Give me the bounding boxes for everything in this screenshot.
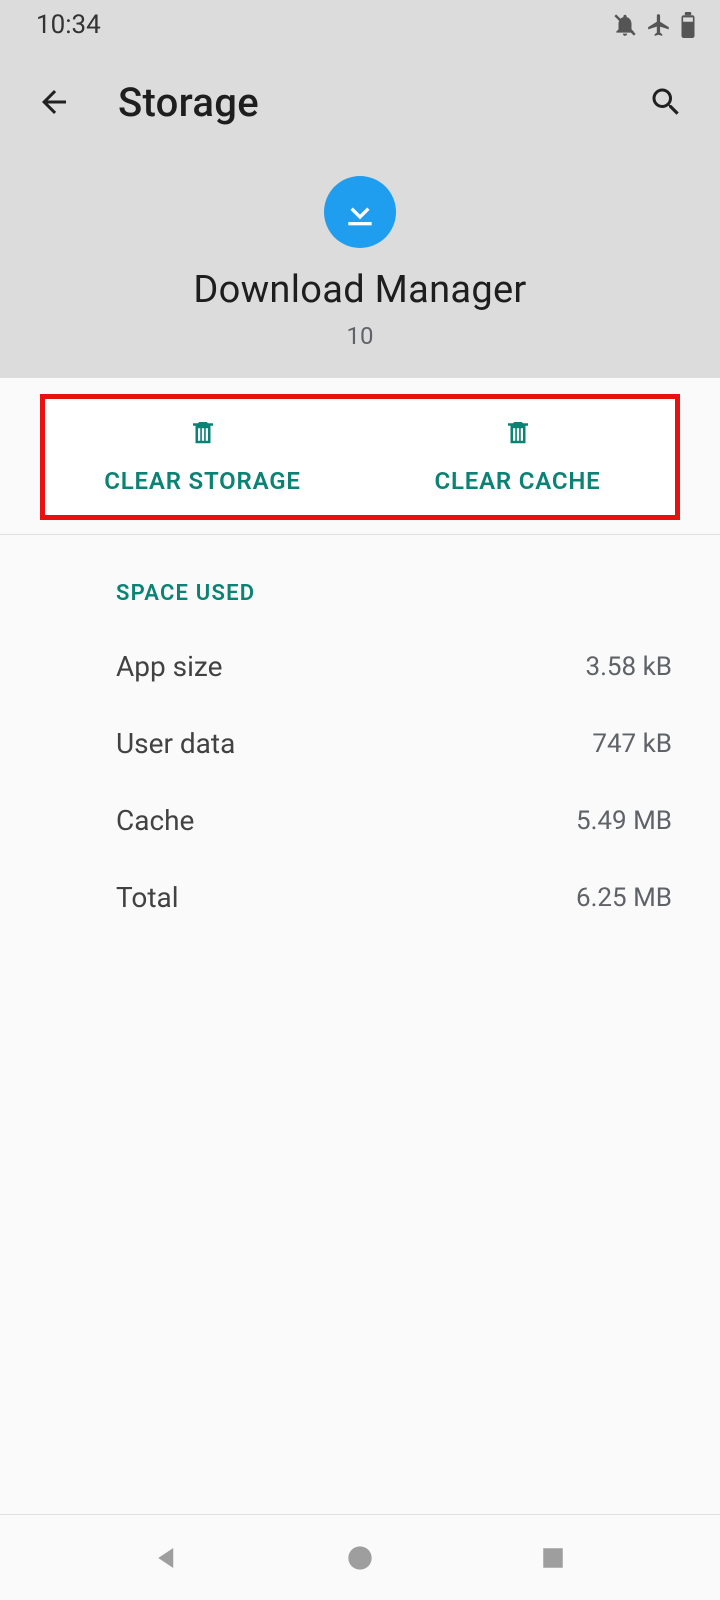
- clear-storage-label: CLEAR STORAGE: [104, 467, 300, 495]
- status-icons: [612, 12, 696, 38]
- mute-icon: [612, 12, 638, 38]
- clear-cache-label: CLEAR CACHE: [435, 467, 601, 495]
- row-user-data: User data 747 kB: [116, 705, 684, 782]
- nav-back-button[interactable]: [142, 1533, 192, 1583]
- app-icon: [324, 176, 396, 248]
- back-button[interactable]: [30, 78, 78, 126]
- highlight-box: CLEAR STORAGE CLEAR CACHE: [40, 394, 680, 520]
- space-used-section: SPACE USED App size 3.58 kB User data 74…: [0, 535, 720, 936]
- row-app-size: App size 3.58 kB: [116, 628, 684, 705]
- system-nav-bar: [0, 1514, 720, 1600]
- nav-recent-button[interactable]: [528, 1533, 578, 1583]
- search-button[interactable]: [642, 78, 690, 126]
- app-name: Download Manager: [0, 268, 720, 312]
- airplane-icon: [646, 12, 672, 38]
- nav-home-button[interactable]: [335, 1533, 385, 1583]
- action-row: CLEAR STORAGE CLEAR CACHE: [45, 399, 675, 515]
- row-value: 5.49 MB: [576, 806, 672, 836]
- row-label: User data: [116, 727, 235, 760]
- header-region: Storage Download Manager 10: [0, 50, 720, 378]
- app-version: 10: [0, 322, 720, 350]
- row-value: 6.25 MB: [576, 883, 672, 913]
- battery-icon: [680, 12, 696, 38]
- clear-storage-button[interactable]: CLEAR STORAGE: [45, 399, 360, 515]
- app-header: Download Manager 10: [0, 140, 720, 350]
- row-label: Total: [116, 881, 179, 914]
- row-label: Cache: [116, 804, 194, 837]
- row-total: Total 6.25 MB: [116, 859, 684, 936]
- trash-icon: [188, 417, 218, 453]
- toolbar: Storage: [0, 50, 720, 140]
- page-title: Storage: [118, 79, 642, 126]
- section-title: SPACE USED: [116, 581, 684, 606]
- clear-cache-button[interactable]: CLEAR CACHE: [360, 399, 675, 515]
- row-cache: Cache 5.49 MB: [116, 782, 684, 859]
- trash-icon: [503, 417, 533, 453]
- row-value: 747 kB: [592, 729, 672, 759]
- row-value: 3.58 kB: [585, 652, 672, 682]
- row-label: App size: [116, 650, 222, 683]
- status-time: 10:34: [36, 10, 101, 40]
- status-bar: 10:34: [0, 0, 720, 50]
